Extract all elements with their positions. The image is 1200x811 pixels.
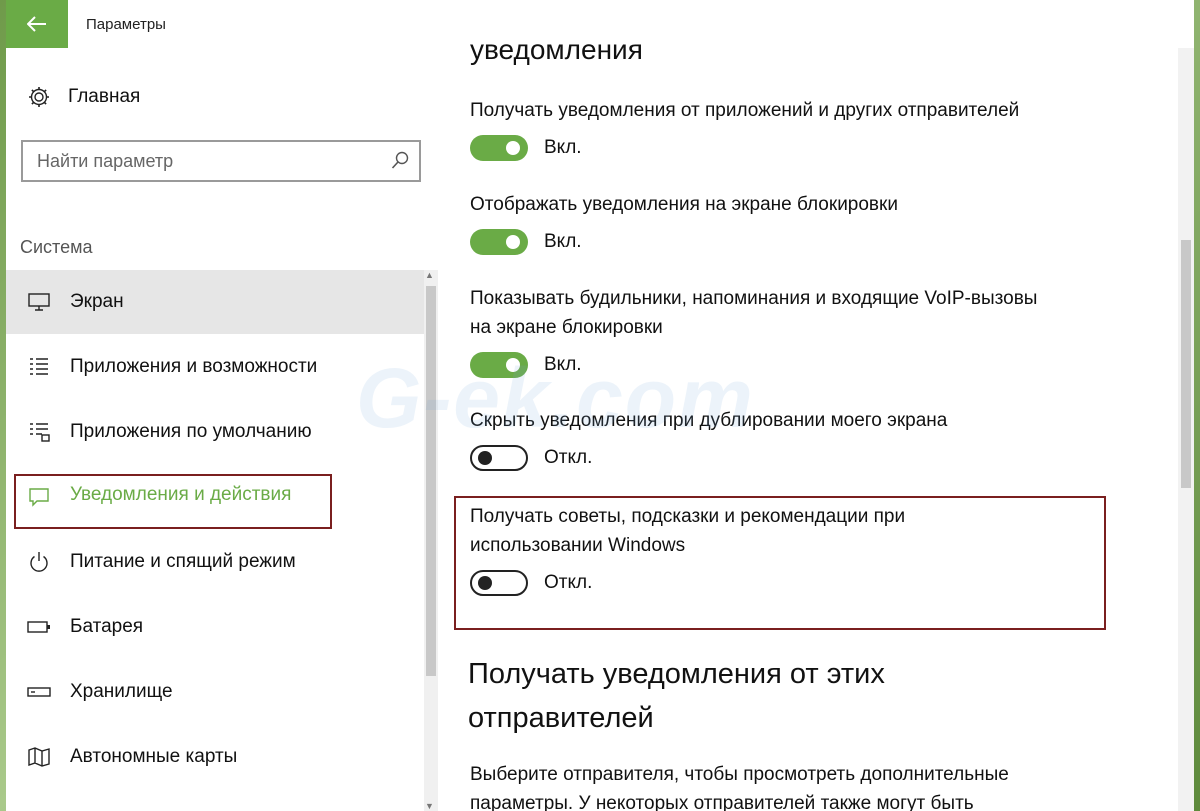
home-link[interactable]: Главная <box>26 84 140 110</box>
sidebar: Главная Система Экран Приложения и возмо… <box>6 48 438 811</box>
section-label-system: Система <box>20 237 93 257</box>
back-arrow-icon <box>27 16 46 32</box>
setting-app-notifications: Получать уведомления от приложений и дру… <box>470 96 1110 161</box>
highlight-frame-tips <box>454 496 1106 630</box>
setting-description: Показывать будильники, напоминания и вхо… <box>470 288 1038 338</box>
home-label: Главная <box>68 86 141 107</box>
sidebar-item-default-apps[interactable]: Приложения по умолчанию <box>6 400 424 464</box>
apps-list-icon <box>24 352 54 382</box>
sidebar-item-label: Приложения и возможности <box>70 356 318 377</box>
sidebar-scroll-thumb[interactable] <box>426 286 436 676</box>
senders-description: Выберите отправителя, чтобы просмотреть … <box>470 764 1009 811</box>
back-button[interactable] <box>6 0 68 48</box>
toggle-knob <box>506 141 520 155</box>
storage-icon <box>24 677 54 707</box>
search-box <box>21 140 421 182</box>
setting-description: Получать уведомления от приложений и дру… <box>470 100 1020 121</box>
gear-icon <box>26 84 52 110</box>
settings-window: Параметры Главная Система <box>6 0 1194 811</box>
power-icon <box>24 547 54 577</box>
sidebar-scrollbar[interactable]: ▲ ▼ <box>424 270 438 811</box>
toggle-switch[interactable] <box>470 229 528 255</box>
search-icon[interactable] <box>391 151 409 176</box>
sidebar-item-storage[interactable]: Хранилище <box>6 660 424 724</box>
sidebar-item-battery[interactable]: Батарея <box>6 595 424 659</box>
sidebar-item-label: Хранилище <box>70 681 173 702</box>
toggle-state-label: Вкл. <box>544 137 582 158</box>
senders-heading: Получать уведомления от этих отправителе… <box>468 658 885 734</box>
sidebar-item-label: Автономные карты <box>70 746 238 767</box>
sidebar-item-offline-maps[interactable]: Автономные карты <box>6 725 424 789</box>
toggle-row: Откл. <box>470 445 1110 471</box>
default-apps-icon <box>24 417 54 447</box>
toggle-switch[interactable] <box>470 135 528 161</box>
section-heading: уведомления <box>470 34 643 65</box>
scroll-up-arrow-icon[interactable]: ▲ <box>425 270 434 280</box>
main-content: уведомления Получать уведомления от прил… <box>438 0 1194 811</box>
toggle-switch[interactable] <box>470 445 528 471</box>
main-scroll-thumb[interactable] <box>1181 240 1191 488</box>
toggle-knob <box>506 358 520 372</box>
sidebar-item-display[interactable]: Экран <box>6 270 424 334</box>
toggle-row: Вкл. <box>470 229 1110 255</box>
sidebar-item-label: Приложения по умолчанию <box>70 421 312 442</box>
toggle-switch[interactable] <box>470 352 528 378</box>
setting-hide-when-duplicating: Скрыть уведомления при дублировании моег… <box>470 406 1110 471</box>
main-scrollbar[interactable] <box>1178 48 1194 811</box>
map-icon <box>24 742 54 772</box>
setting-alarms-voip: Показывать будильники, напоминания и вхо… <box>470 284 1050 378</box>
toggle-knob <box>478 451 492 465</box>
sidebar-item-apps[interactable]: Приложения и возможности <box>6 335 424 399</box>
toggle-state-label: Вкл. <box>544 354 582 375</box>
sidebar-item-label: Экран <box>70 291 124 312</box>
sidebar-item-label: Питание и спящий режим <box>70 551 296 572</box>
sidebar-item-label: Батарея <box>70 616 144 637</box>
toggle-state-label: Вкл. <box>544 231 582 252</box>
highlight-frame-sidebar <box>14 474 332 529</box>
toggle-state-label: Откл. <box>544 447 593 468</box>
toggle-knob <box>506 235 520 249</box>
battery-icon <box>24 612 54 642</box>
setting-description: Отображать уведомления на экране блокиро… <box>470 194 898 215</box>
monitor-icon <box>24 287 54 317</box>
setting-description: Скрыть уведомления при дублировании моег… <box>470 410 948 431</box>
toggle-row: Вкл. <box>470 135 1110 161</box>
sidebar-item-power[interactable]: Питание и спящий режим <box>6 530 424 594</box>
app-title: Параметры <box>86 16 166 33</box>
scroll-down-arrow-icon[interactable]: ▼ <box>425 801 434 811</box>
search-input[interactable] <box>23 142 383 180</box>
toggle-row: Вкл. <box>470 352 1050 378</box>
setting-lock-screen-notifications: Отображать уведомления на экране блокиро… <box>470 190 1110 255</box>
